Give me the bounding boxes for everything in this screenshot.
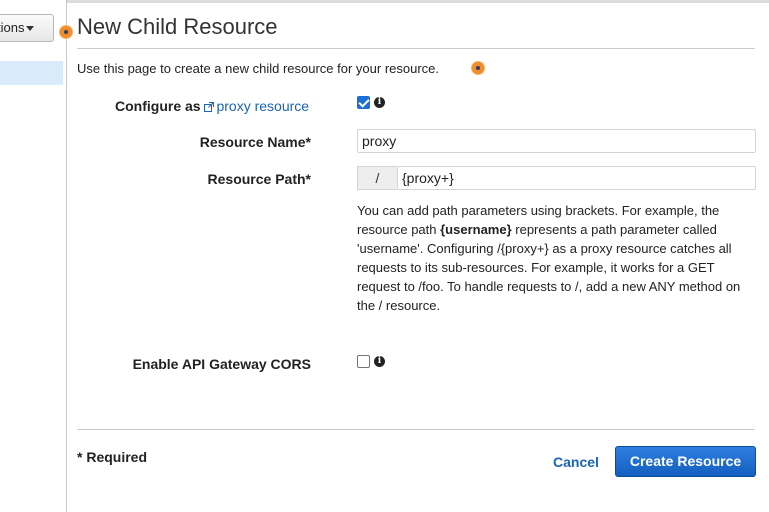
proxy-resource-checkbox[interactable]: [357, 96, 370, 109]
top-border: [66, 0, 769, 3]
configure-as-label: Configure as proxy resource: [115, 98, 309, 114]
resource-path-help-text: You can add path parameters using bracke…: [357, 201, 755, 315]
required-note: * Required: [77, 449, 148, 465]
resource-path-label: Resource Path*: [207, 171, 311, 187]
sidebar-divider: [66, 0, 67, 512]
highlight-dot-icon: [60, 26, 72, 38]
actions-dropdown-button[interactable]: tions: [0, 14, 54, 42]
resource-path-prefix: /: [357, 166, 397, 190]
proxy-resource-link[interactable]: proxy resource: [204, 98, 309, 114]
cors-label: Enable API Gateway CORS: [132, 356, 311, 372]
caret-down-icon: [26, 26, 35, 32]
title-divider: [77, 48, 755, 49]
external-link-icon: [204, 102, 215, 112]
resource-path-input[interactable]: [397, 166, 756, 190]
resource-name-input[interactable]: [357, 129, 756, 153]
configure-as-text: Configure as: [115, 98, 201, 114]
highlight-dot-icon: [472, 62, 484, 74]
actions-button-label: tions: [0, 20, 25, 35]
sidebar-selected-item[interactable]: [0, 61, 63, 85]
intro-text: Use this page to create a new child reso…: [77, 61, 440, 76]
page-title: New Child Resource: [77, 14, 278, 39]
cancel-button[interactable]: Cancel: [553, 454, 599, 470]
info-icon[interactable]: i: [374, 97, 385, 108]
footer-divider: [77, 429, 755, 430]
cors-checkbox[interactable]: [357, 355, 370, 368]
proxy-resource-link-text: proxy resource: [216, 98, 310, 114]
help-text-example: {username}: [440, 222, 512, 237]
resource-name-label: Resource Name*: [199, 134, 311, 150]
create-resource-button[interactable]: Create Resource: [615, 446, 756, 477]
info-icon[interactable]: i: [374, 356, 385, 367]
